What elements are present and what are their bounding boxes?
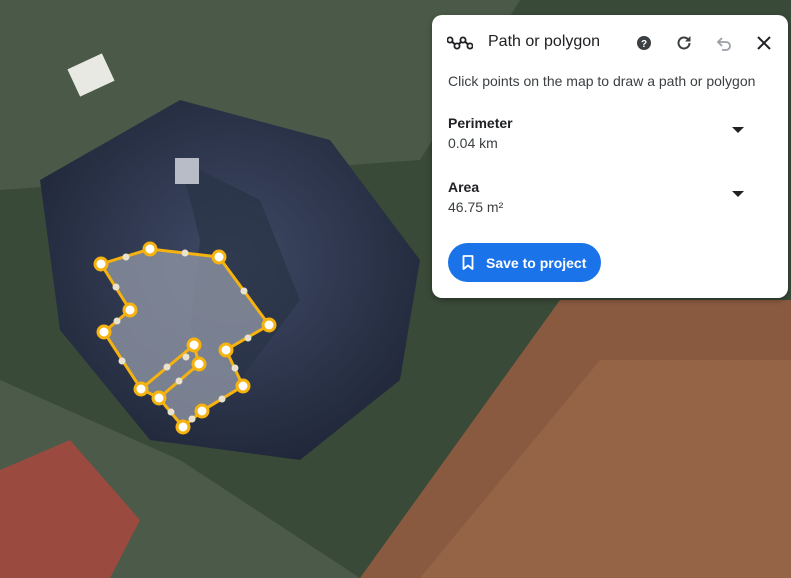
area-label: Area (448, 179, 480, 195)
vertex-handle[interactable] (133, 381, 149, 397)
help-icon: ? (637, 36, 651, 50)
midpoint-handle[interactable] (240, 287, 248, 295)
save-button-label: Save to project (486, 255, 587, 271)
vertex-handle[interactable] (151, 390, 167, 406)
vertex-handle[interactable] (194, 403, 210, 419)
undo-button[interactable] (712, 31, 736, 55)
midpoint-handle[interactable] (188, 415, 196, 423)
measure-panel: Path or polygon ? Click points on the ma… (432, 15, 788, 298)
vertex-handle[interactable] (191, 356, 207, 372)
vertex-handle[interactable] (186, 337, 202, 353)
help-button[interactable]: ? (632, 31, 656, 55)
midpoint-handle[interactable] (231, 364, 239, 372)
midpoint-handle[interactable] (122, 253, 130, 261)
midpoint-handle[interactable] (167, 408, 175, 416)
instructions-text: Click points on the map to draw a path o… (448, 73, 756, 89)
perimeter-value: 0.04 km (448, 135, 498, 151)
perimeter-label: Perimeter (448, 115, 513, 131)
area-value: 46.75 m² (448, 199, 504, 215)
midpoint-handle[interactable] (175, 377, 183, 385)
undo-icon (716, 37, 731, 51)
save-to-project-button[interactable]: Save to project (448, 243, 601, 282)
vertex-handle[interactable] (235, 378, 251, 394)
midpoint-handle[interactable] (112, 283, 120, 291)
vertex-handle[interactable] (93, 256, 109, 272)
panel-header: Path or polygon ? (432, 15, 788, 71)
midpoint-handle[interactable] (118, 357, 126, 365)
refresh-icon (677, 36, 691, 50)
panel-title: Path or polygon (488, 33, 601, 50)
perimeter-selector[interactable]: Perimeter 0.04 km (448, 115, 772, 159)
close-icon (757, 36, 771, 50)
midpoint-handle[interactable] (181, 249, 189, 257)
midpoint-handle[interactable] (218, 395, 226, 403)
midpoint-handle[interactable] (163, 363, 171, 371)
dropdown-arrow-icon[interactable] (732, 127, 744, 133)
svg-text:?: ? (641, 39, 647, 50)
vertex-handle[interactable] (261, 317, 277, 333)
dropdown-arrow-icon[interactable] (732, 191, 744, 197)
vertex-handle[interactable] (142, 241, 158, 257)
vertex-handle[interactable] (175, 419, 191, 435)
vertex-handle[interactable] (96, 324, 112, 340)
redo-button[interactable] (672, 31, 696, 55)
bookmark-icon (462, 255, 474, 270)
vertex-handle[interactable] (122, 302, 138, 318)
map-chimney (175, 158, 199, 184)
area-selector[interactable]: Area 46.75 m² (448, 179, 772, 223)
ruler-path-icon (446, 35, 474, 51)
midpoint-handle[interactable] (244, 334, 252, 342)
vertex-handle[interactable] (211, 249, 227, 265)
vertex-handle[interactable] (218, 342, 234, 358)
midpoint-handle[interactable] (182, 353, 190, 361)
close-button[interactable] (752, 31, 776, 55)
midpoint-handle[interactable] (113, 317, 121, 325)
